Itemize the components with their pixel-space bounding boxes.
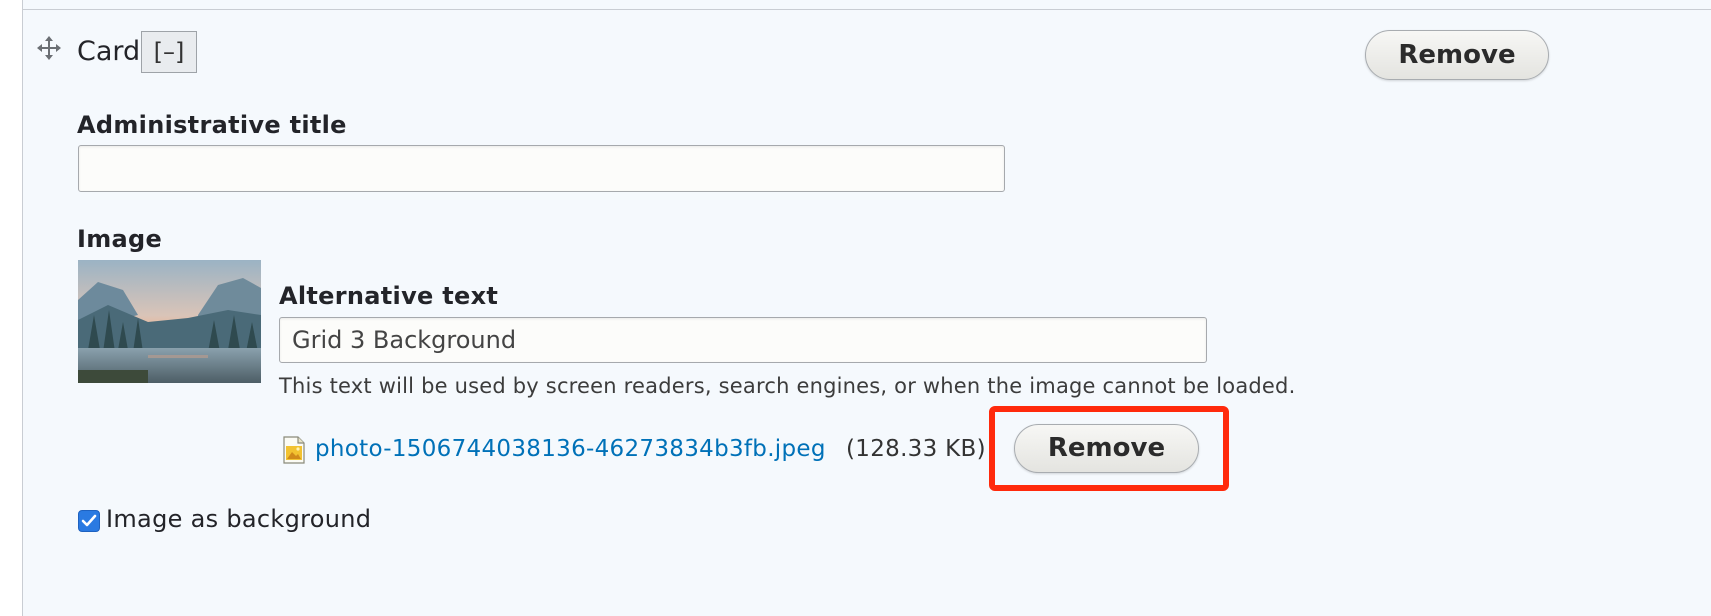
image-thumbnail xyxy=(78,260,261,383)
alternative-text-description: This text will be used by screen readers… xyxy=(279,374,1296,398)
file-link[interactable]: photo-1506744038136-46273834b3fb.jpeg xyxy=(315,436,826,462)
alternative-text-label: Alternative text xyxy=(279,282,499,310)
administrative-title-input[interactable] xyxy=(78,145,1005,192)
image-as-background-label[interactable]: Image as background xyxy=(106,505,371,533)
checkmark-icon xyxy=(81,514,97,527)
file-size: (128.33 KB) xyxy=(846,436,986,462)
remove-image-button[interactable]: Remove xyxy=(1014,424,1199,473)
alternative-text-input[interactable]: Grid 3 Background xyxy=(279,317,1207,363)
drag-handle-icon[interactable] xyxy=(36,35,62,61)
image-label: Image xyxy=(77,225,163,253)
collapse-button[interactable]: [–] xyxy=(141,31,197,73)
image-as-background-checkbox[interactable] xyxy=(78,510,100,532)
card-title: Card xyxy=(77,36,141,67)
image-file-icon xyxy=(283,436,305,464)
panel-divider xyxy=(22,9,1711,10)
remove-card-button[interactable]: Remove xyxy=(1365,30,1549,80)
administrative-title-label: Administrative title xyxy=(77,111,347,139)
